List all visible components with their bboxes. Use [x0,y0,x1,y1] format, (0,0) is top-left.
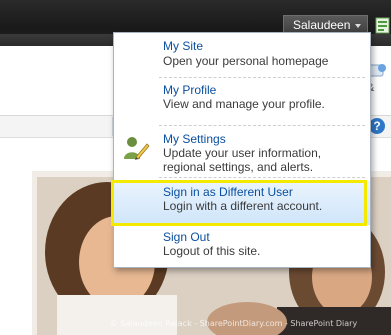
menu-item-sign-out[interactable]: Sign Out Logout of this site. [114,226,370,267]
watermark-text: © Salaudeen Rajack - SharePointDiary.com… [110,319,358,328]
user-name-label: Salaudeen [293,18,351,32]
chevron-down-icon [355,24,361,28]
menu-item-description: regional settings, and alerts. [163,160,314,174]
user-settings-icon [124,137,150,160]
menu-item-my-settings[interactable]: My Settings Update your user information… [114,126,370,181]
menu-item-my-site[interactable]: My Site Open your personal homepage [114,33,370,77]
menu-item-title: Sign Out [163,230,210,244]
menu-item-description: Open your personal homepage [163,54,329,68]
help-icon[interactable]: ? [369,118,385,134]
highlight-box [111,180,367,226]
menu-item-title: My Profile [163,83,217,97]
menu-item-title: My Settings [163,132,226,146]
menu-item-title: My Site [163,39,204,53]
menu-item-description: Logout of this site. [163,244,261,258]
menu-item-my-profile[interactable]: My Profile View and manage your profile. [114,78,370,124]
menu-item-description: View and manage your profile. [163,97,325,111]
sync-icon[interactable] [375,17,391,35]
menu-item-description: Update your user information, [163,146,322,160]
menu-separator [159,177,365,178]
user-dropdown-menu: My Site Open your personal homepage My P… [113,32,371,268]
